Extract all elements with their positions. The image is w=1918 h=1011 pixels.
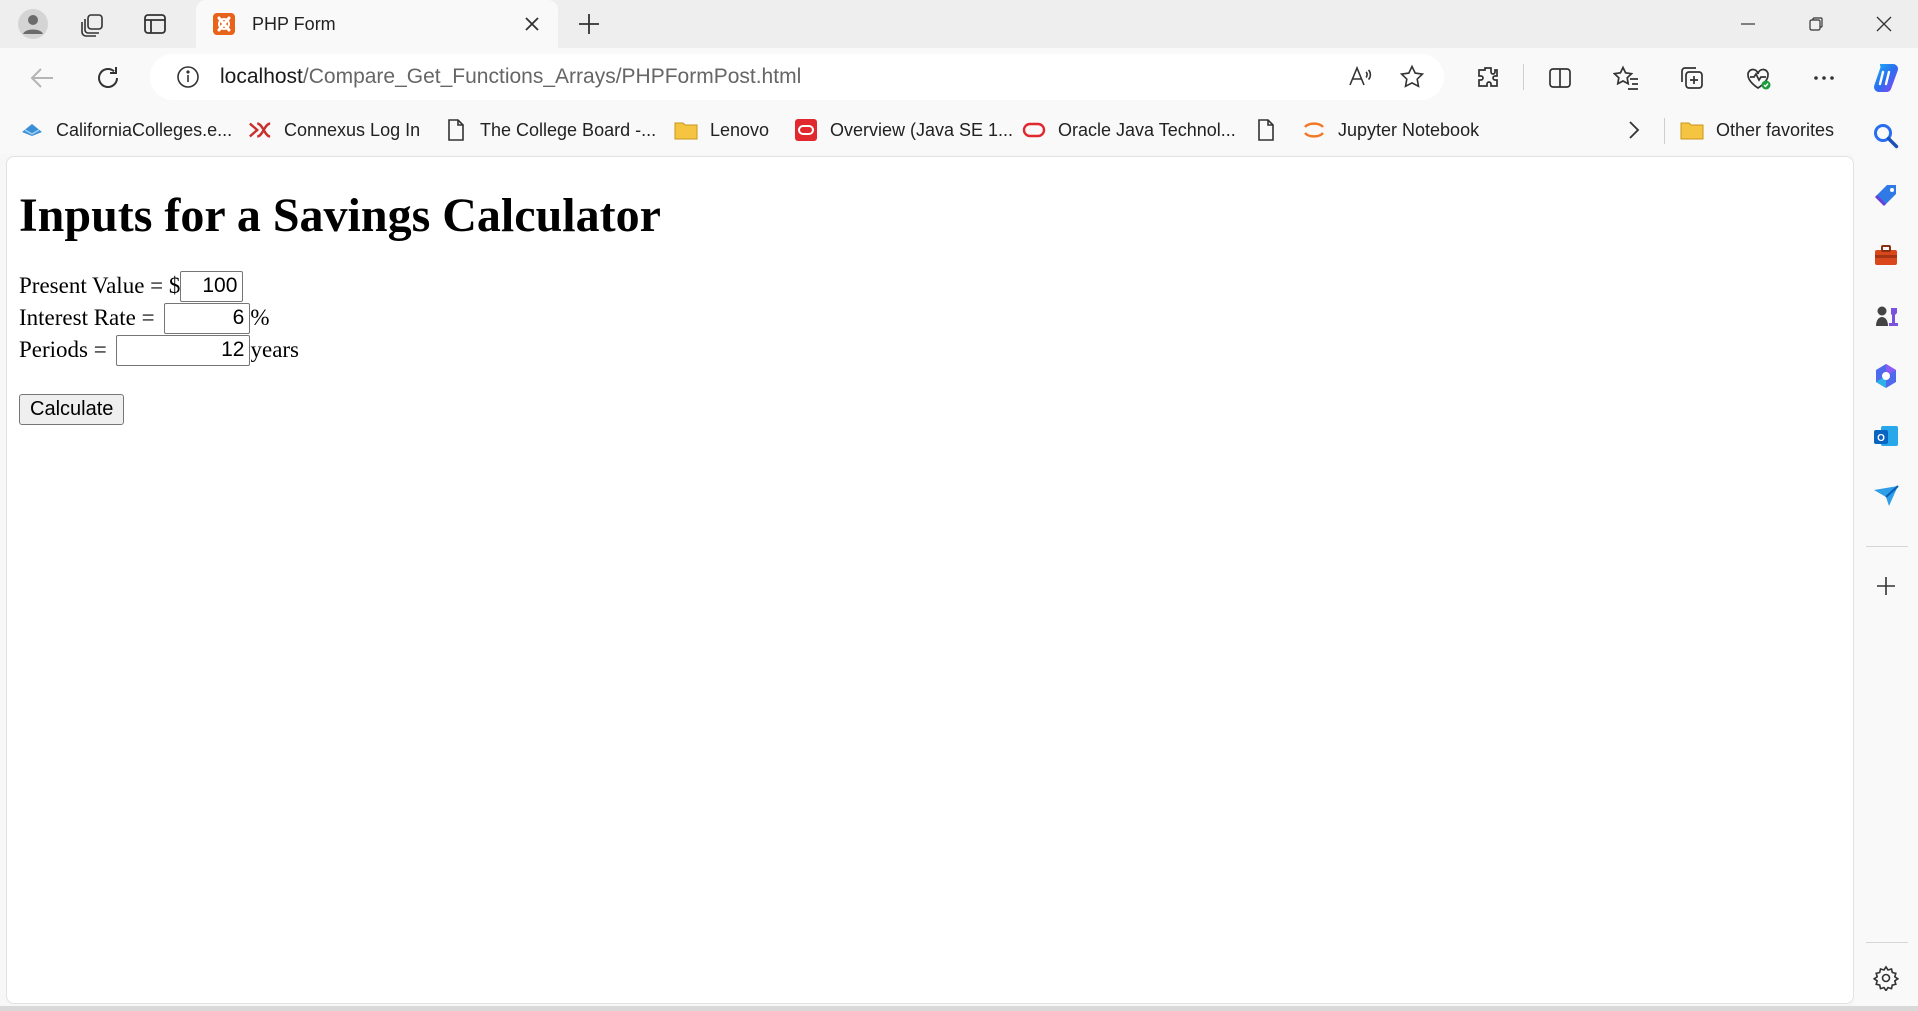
site-info-icon[interactable] bbox=[174, 63, 202, 91]
savings-form: Present Value = $ Interest Rate = % Peri… bbox=[19, 270, 661, 425]
more-options-icon[interactable] bbox=[1804, 58, 1844, 98]
new-tab-icon[interactable] bbox=[570, 6, 608, 42]
shopping-tag-icon[interactable] bbox=[1866, 176, 1906, 216]
vertical-tabs-icon[interactable] bbox=[136, 6, 174, 42]
savings-form-page: Inputs for a Savings Calculator Present … bbox=[19, 157, 661, 425]
url-text[interactable]: localhost/Compare_Get_Functions_Arrays/P… bbox=[220, 65, 1340, 89]
tools-briefcase-icon[interactable] bbox=[1866, 236, 1906, 276]
address-bar[interactable]: localhost/Compare_Get_Functions_Arrays/P… bbox=[150, 54, 1444, 100]
interest-rate-label: Interest Rate = bbox=[19, 305, 161, 330]
interest-rate-row: Interest Rate = % bbox=[19, 302, 661, 334]
navigation-bar: localhost/Compare_Get_Functions_Arrays/P… bbox=[0, 48, 1918, 106]
favorite-label: The College Board -... bbox=[480, 119, 657, 140]
sidebar-divider bbox=[1866, 942, 1908, 943]
add-sidebar-app-icon[interactable] bbox=[1866, 566, 1906, 606]
favorites-icon[interactable] bbox=[1606, 58, 1646, 98]
search-icon[interactable] bbox=[1866, 116, 1906, 156]
other-favorites-label: Other favorites bbox=[1716, 119, 1835, 140]
profile-icon[interactable] bbox=[14, 6, 52, 42]
folder-icon bbox=[674, 118, 698, 142]
toolbar-divider bbox=[1523, 64, 1524, 90]
workspaces-icon[interactable] bbox=[74, 6, 112, 42]
favorite-label: Overview (Java SE 1... bbox=[830, 119, 1014, 140]
svg-text:O: O bbox=[1877, 433, 1885, 444]
connexus-icon bbox=[248, 118, 272, 142]
sidebar-settings-gear-icon[interactable] bbox=[1866, 958, 1906, 998]
favorite-jupyter[interactable]: Jupyter Notebook bbox=[1302, 116, 1479, 144]
split-screen-icon[interactable] bbox=[1540, 58, 1580, 98]
window-bottom-edge bbox=[0, 1006, 1918, 1011]
favorite-oracle-java[interactable]: Oracle Java Technol... bbox=[1022, 116, 1236, 144]
browser-essentials-icon[interactable] bbox=[1738, 58, 1778, 98]
url-path: /Compare_Get_Functions_Arrays/PHPFormPos… bbox=[302, 65, 802, 88]
present-value-label: Present Value = $ bbox=[19, 273, 181, 298]
close-window-icon[interactable] bbox=[1850, 0, 1918, 48]
microsoft-365-icon[interactable] bbox=[1866, 356, 1906, 396]
refresh-icon[interactable] bbox=[88, 58, 128, 98]
page-icon bbox=[444, 118, 468, 142]
favorite-californiacolleges[interactable]: CaliforniaColleges.e... bbox=[20, 116, 232, 144]
graduation-icon bbox=[20, 118, 44, 142]
edge-sidebar: O bbox=[1854, 106, 1918, 1011]
interest-rate-input[interactable] bbox=[164, 302, 251, 334]
other-favorites[interactable]: Other favorites bbox=[1680, 116, 1834, 144]
tab-php-form[interactable]: PHP Form bbox=[196, 0, 558, 48]
periods-label: Periods = bbox=[19, 337, 113, 362]
periods-suffix: years bbox=[250, 337, 300, 362]
page-icon bbox=[1254, 118, 1278, 142]
add-favorite-star-icon[interactable] bbox=[1392, 57, 1432, 97]
outlook-icon[interactable]: O bbox=[1866, 416, 1906, 456]
restore-icon[interactable] bbox=[1782, 0, 1850, 48]
favorite-label: CaliforniaColleges.e... bbox=[56, 119, 233, 140]
xampp-icon bbox=[213, 13, 235, 35]
favorite-lenovo[interactable]: Lenovo bbox=[674, 116, 769, 144]
present-value-row: Present Value = $ bbox=[19, 270, 661, 302]
games-chess-icon[interactable] bbox=[1866, 296, 1906, 336]
favorite-college-board[interactable]: The College Board -... bbox=[444, 116, 656, 144]
folder-icon bbox=[1680, 118, 1704, 142]
favorite-untitled-page[interactable] bbox=[1254, 116, 1290, 144]
favorites-bar: CaliforniaColleges.e... Connexus Log In … bbox=[0, 106, 1854, 154]
calculate-button[interactable]: Calculate bbox=[19, 394, 125, 425]
page-viewport: Inputs for a Savings Calculator Present … bbox=[6, 156, 1854, 1004]
favorite-connexus[interactable]: Connexus Log In bbox=[248, 116, 420, 144]
send-to-phone-icon[interactable] bbox=[1866, 476, 1906, 516]
favorites-divider bbox=[1664, 118, 1665, 144]
present-value-input[interactable] bbox=[180, 270, 244, 302]
page-heading: Inputs for a Savings Calculator bbox=[19, 189, 661, 242]
oracle-icon bbox=[794, 118, 818, 142]
favorite-label: Jupyter Notebook bbox=[1338, 119, 1480, 140]
copilot-icon[interactable] bbox=[1866, 58, 1906, 98]
jupyter-icon bbox=[1302, 118, 1326, 142]
extensions-icon[interactable] bbox=[1468, 58, 1508, 98]
interest-rate-suffix: % bbox=[250, 305, 270, 330]
periods-row: Periods = years bbox=[19, 334, 661, 366]
favorite-java-overview[interactable]: Overview (Java SE 1... bbox=[794, 116, 1013, 144]
tab-title: PHP Form bbox=[252, 13, 336, 34]
url-host: localhost bbox=[220, 65, 303, 88]
periods-input[interactable] bbox=[116, 334, 251, 366]
favorite-label: Connexus Log In bbox=[284, 119, 421, 140]
title-bar: PHP Form bbox=[0, 0, 1918, 48]
read-aloud-icon[interactable] bbox=[1340, 57, 1380, 97]
sidebar-divider bbox=[1866, 546, 1908, 547]
favorite-label: Oracle Java Technol... bbox=[1058, 119, 1236, 140]
collections-icon[interactable] bbox=[1672, 58, 1712, 98]
favorite-label: Lenovo bbox=[710, 119, 770, 140]
close-tab-icon[interactable] bbox=[514, 6, 550, 42]
back-icon[interactable] bbox=[22, 58, 62, 98]
minimize-icon[interactable] bbox=[1714, 0, 1782, 48]
oracle-ring-icon bbox=[1022, 118, 1046, 142]
more-favorites-chevron-icon[interactable] bbox=[1624, 116, 1644, 144]
